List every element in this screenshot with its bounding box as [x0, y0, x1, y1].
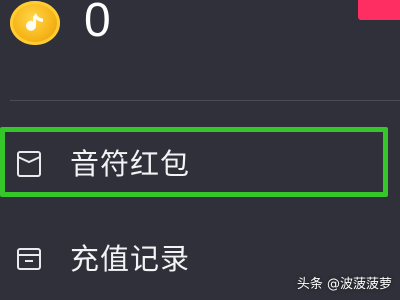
- receipt-box-icon: [16, 245, 42, 273]
- menu-item-label: 音符红包: [70, 147, 191, 181]
- envelope-icon: [16, 150, 42, 178]
- menu-item-label: 充值记录: [70, 242, 191, 276]
- watermark: 头条 @波菠菠萝: [296, 277, 392, 292]
- coin-balance: 0: [84, 0, 111, 47]
- recharge-button[interactable]: [358, 0, 400, 20]
- menu-item-note-red-packet[interactable]: 音符红包: [0, 128, 400, 200]
- wallet-row: 0: [0, 0, 400, 100]
- section-divider: [10, 100, 400, 101]
- music-note-coin-icon: [10, 1, 60, 45]
